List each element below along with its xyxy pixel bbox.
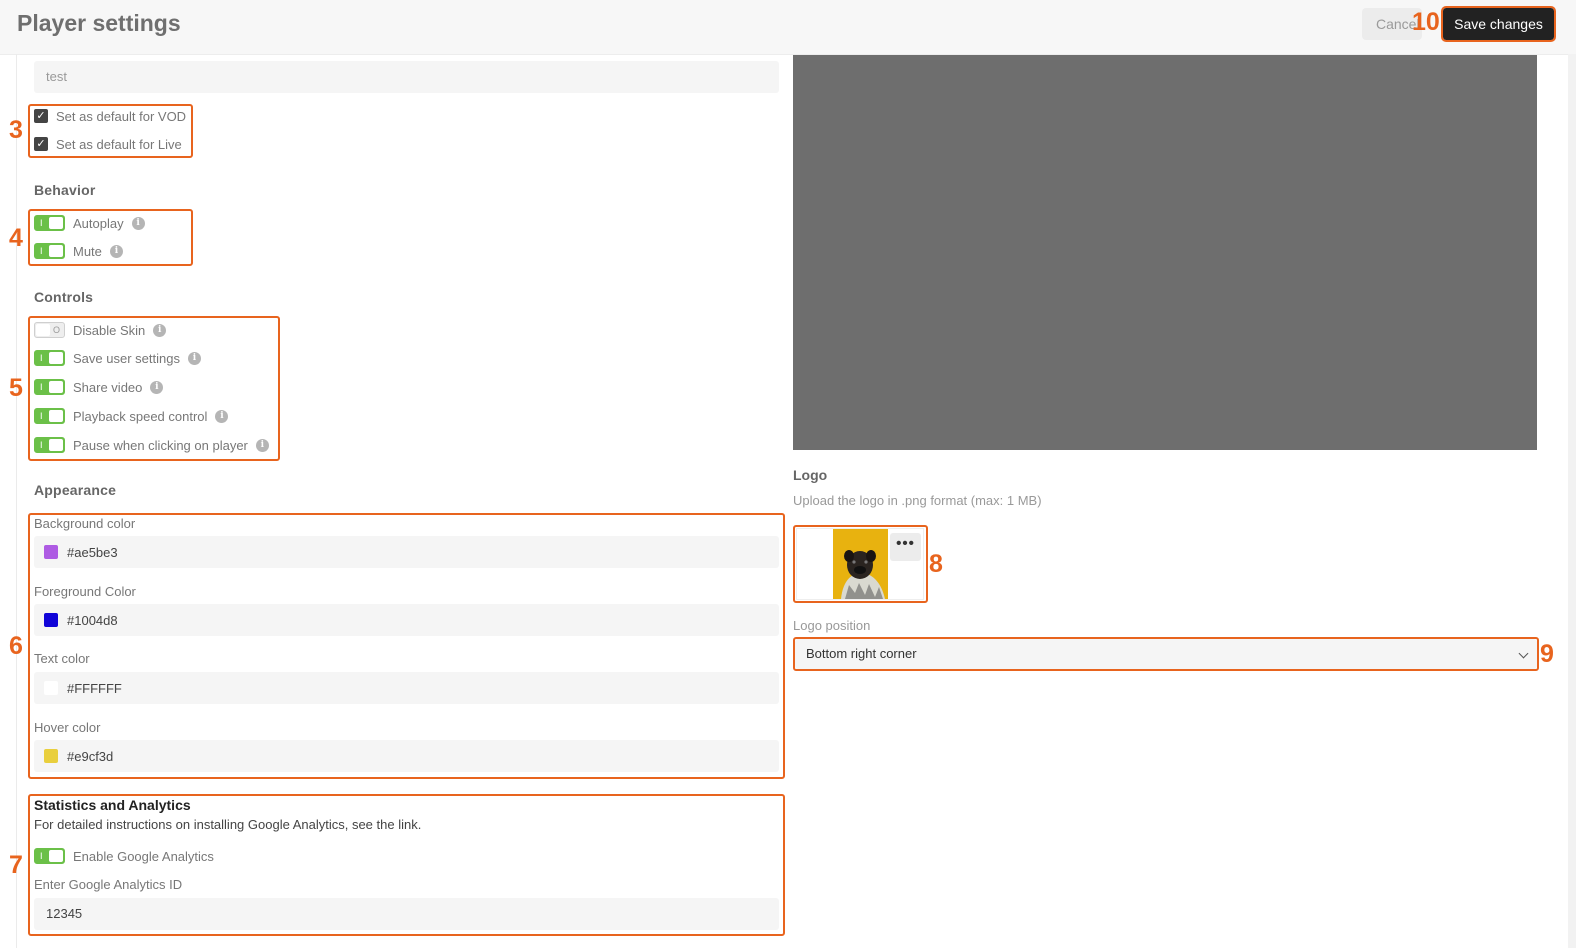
check-icon: ✓ <box>34 137 48 151</box>
marker-7: 7 <box>9 851 23 879</box>
google-analytics-toggle-row[interactable]: I Enable Google Analytics <box>34 846 214 866</box>
autoplay-toggle-row[interactable]: I Autoplay i <box>34 213 145 233</box>
appearance-title: Appearance <box>34 482 117 498</box>
text-color-value: #FFFFFF <box>67 680 122 696</box>
controls-title: Controls <box>34 289 94 305</box>
playback-speed-toggle[interactable]: I <box>34 408 65 424</box>
player-preview <box>793 55 1537 450</box>
logo-title: Logo <box>793 467 828 483</box>
marker-3: 3 <box>9 116 23 144</box>
foreground-color-label: Foreground Color <box>34 584 136 599</box>
mute-toggle-row[interactable]: I Mute i <box>34 241 123 261</box>
left-border <box>16 54 17 948</box>
save-button[interactable]: Save changes <box>1441 6 1556 42</box>
hover-color-input[interactable]: #e9cf3d <box>34 740 779 772</box>
disable-skin-label: Disable Skin <box>73 322 146 338</box>
foreground-color-input[interactable]: #1004d8 <box>34 604 779 636</box>
scrollbar[interactable] <box>1568 54 1576 948</box>
pause-on-click-toggle-row[interactable]: I Pause when clicking on player i <box>34 435 269 455</box>
info-icon: i <box>255 438 269 452</box>
info-icon: i <box>215 409 229 423</box>
text-color-label: Text color <box>34 651 90 666</box>
save-user-settings-label: Save user settings <box>73 350 180 366</box>
analytics-title: Statistics and Analytics <box>34 797 191 813</box>
analytics-description: For detailed instructions on installing … <box>34 817 422 832</box>
background-color-value: #ae5be3 <box>67 544 118 560</box>
background-color-input[interactable]: #ae5be3 <box>34 536 779 568</box>
logo-position-label: Logo position <box>793 618 871 633</box>
pause-on-click-label: Pause when clicking on player <box>73 437 248 453</box>
logo-description: Upload the logo in .png format (max: 1 M… <box>793 493 1042 508</box>
default-live-label: Set as default for Live <box>56 136 182 152</box>
logo-thumbnail[interactable]: ••• <box>796 528 924 600</box>
autoplay-label: Autoplay <box>73 215 124 231</box>
playback-speed-label: Playback speed control <box>73 408 208 424</box>
google-analytics-label: Enable Google Analytics <box>73 848 214 864</box>
header-bar: Player settings Cancel Save changes <box>0 0 1576 55</box>
mute-toggle[interactable]: I <box>34 243 65 259</box>
color-swatch[interactable] <box>44 749 58 763</box>
marker-10: 10 <box>1412 8 1440 36</box>
background-color-label: Background color <box>34 516 136 531</box>
pause-on-click-toggle[interactable]: I <box>34 437 65 453</box>
google-analytics-toggle[interactable]: I <box>34 848 65 864</box>
player-name-input[interactable]: test <box>34 61 779 93</box>
logo-position-select[interactable]: Bottom right corner <box>795 639 1537 669</box>
marker-8: 8 <box>929 550 943 578</box>
logo-image <box>833 529 888 599</box>
analytics-id-input[interactable]: 12345 <box>34 898 779 930</box>
marker-6: 6 <box>9 632 23 660</box>
marker-9: 9 <box>1540 640 1554 668</box>
hover-color-label: Hover color <box>34 720 101 735</box>
more-icon[interactable]: ••• <box>890 533 921 561</box>
chevron-down-icon <box>1518 648 1529 659</box>
share-video-toggle[interactable]: I <box>34 379 65 395</box>
behavior-title: Behavior <box>34 182 96 198</box>
info-icon: i <box>187 351 201 365</box>
playback-speed-toggle-row[interactable]: I Playback speed control i <box>34 406 229 426</box>
color-swatch[interactable] <box>44 545 58 559</box>
logo-position-value: Bottom right corner <box>806 646 917 661</box>
analytics-id-label: Enter Google Analytics ID <box>34 877 183 892</box>
info-icon: i <box>153 323 167 337</box>
page-title: Player settings <box>17 10 181 36</box>
color-swatch[interactable] <box>44 613 58 627</box>
foreground-color-value: #1004d8 <box>67 612 118 628</box>
disable-skin-toggle[interactable]: O <box>34 322 65 338</box>
marker-4: 4 <box>9 224 23 252</box>
info-icon: i <box>131 216 145 230</box>
share-video-label: Share video <box>73 379 143 395</box>
text-color-input[interactable]: #FFFFFF <box>34 672 779 704</box>
default-live-checkbox[interactable]: ✓ Set as default for Live <box>34 134 182 154</box>
save-user-settings-toggle[interactable]: I <box>34 350 65 366</box>
default-vod-checkbox[interactable]: ✓ Set as default for VOD <box>34 106 186 126</box>
hover-color-value: #e9cf3d <box>67 748 114 764</box>
check-icon: ✓ <box>34 109 48 123</box>
default-vod-label: Set as default for VOD <box>56 108 187 124</box>
autoplay-toggle[interactable]: I <box>34 215 65 231</box>
info-icon: i <box>109 244 123 258</box>
marker-5: 5 <box>9 374 23 402</box>
disable-skin-toggle-row[interactable]: O Disable Skin i <box>34 320 167 340</box>
color-swatch[interactable] <box>44 681 58 695</box>
mute-label: Mute <box>73 243 102 259</box>
info-icon: i <box>150 380 164 394</box>
save-user-settings-toggle-row[interactable]: I Save user settings i <box>34 348 201 368</box>
share-video-toggle-row[interactable]: I Share video i <box>34 377 164 397</box>
